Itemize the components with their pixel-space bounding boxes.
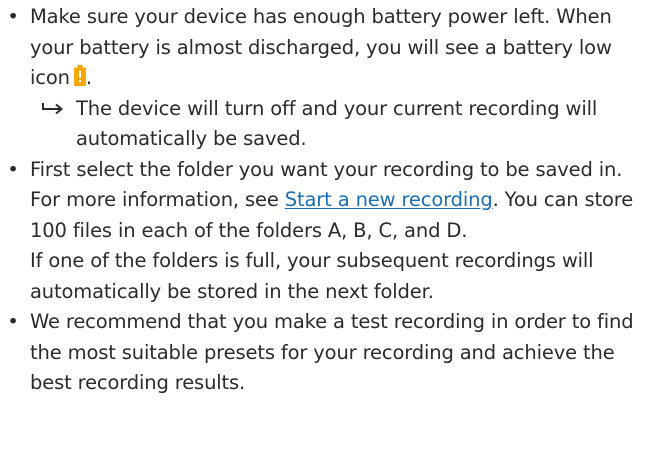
list-item: • First select the folder you want your … [0,155,656,308]
start-new-recording-link[interactable]: Start a new recording [285,188,493,211]
bullet-icon: • [7,157,19,181]
folder-instruction-paragraph: First select the folder you want your re… [30,155,650,247]
bullet-icon: • [7,310,19,333]
result-item: The device will turn off and your curren… [0,94,656,155]
bullet-icon: • [7,5,19,28]
result-text: The device will turn off and your curren… [76,96,598,151]
battery-instruction-text: Make sure your device has enough battery… [30,5,612,89]
result-arrow-icon [42,94,68,115]
battery-low-icon [73,65,86,86]
list-item: • We recommend that you make a test reco… [0,307,656,399]
battery-instruction-end: . [85,66,92,89]
list-item: • Make sure your device has enough batte… [0,2,656,94]
folder-full-paragraph: If one of the folders is full, your subs… [30,249,594,303]
instructions-list: • Make sure your device has enough batte… [0,0,656,399]
test-recording-text: We recommend that you make a test record… [30,310,634,394]
